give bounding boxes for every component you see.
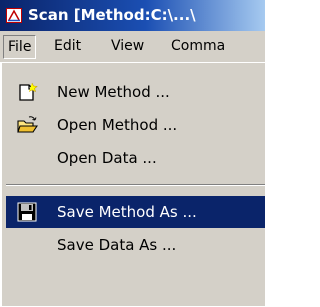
menu-item-label: Save Method As ... [57,203,197,221]
menu-item-label: New Method ... [57,83,170,101]
menu-item-save-method-as[interactable]: Save Method As ... [6,196,265,228]
window-title: Scan [Method:C:\...\ [28,6,196,24]
menu-item-save-data-as[interactable]: Save Data As ... [6,229,265,261]
menu-separator [6,184,265,186]
menu-item-label: Open Data ... [57,149,157,167]
menu-item-label: Save Data As ... [57,236,177,254]
menu-item-new-method[interactable]: New Method ... [6,76,265,108]
new-method-icon [19,82,38,101]
menu-item-open-data[interactable]: Open Data ... [6,142,265,174]
open-folder-icon [17,116,38,133]
menu-edit[interactable]: Edit [50,35,85,57]
menu-item-open-method[interactable]: Open Method ... [6,109,265,141]
menu-view[interactable]: View [107,35,148,57]
menu-bar: File Edit View Comma [0,31,265,62]
menu-file[interactable]: File [3,35,37,59]
floppy-disk-icon [17,202,37,222]
menu-item-label: Open Method ... [57,116,178,134]
menu-edge [0,63,2,307]
menu-commands[interactable]: Comma [167,35,229,57]
title-bar[interactable]: Scan [Method:C:\...\ [0,0,265,31]
file-menu: New Method ... Open Method ... Open Data… [0,62,265,307]
scan-app-icon [6,8,22,23]
